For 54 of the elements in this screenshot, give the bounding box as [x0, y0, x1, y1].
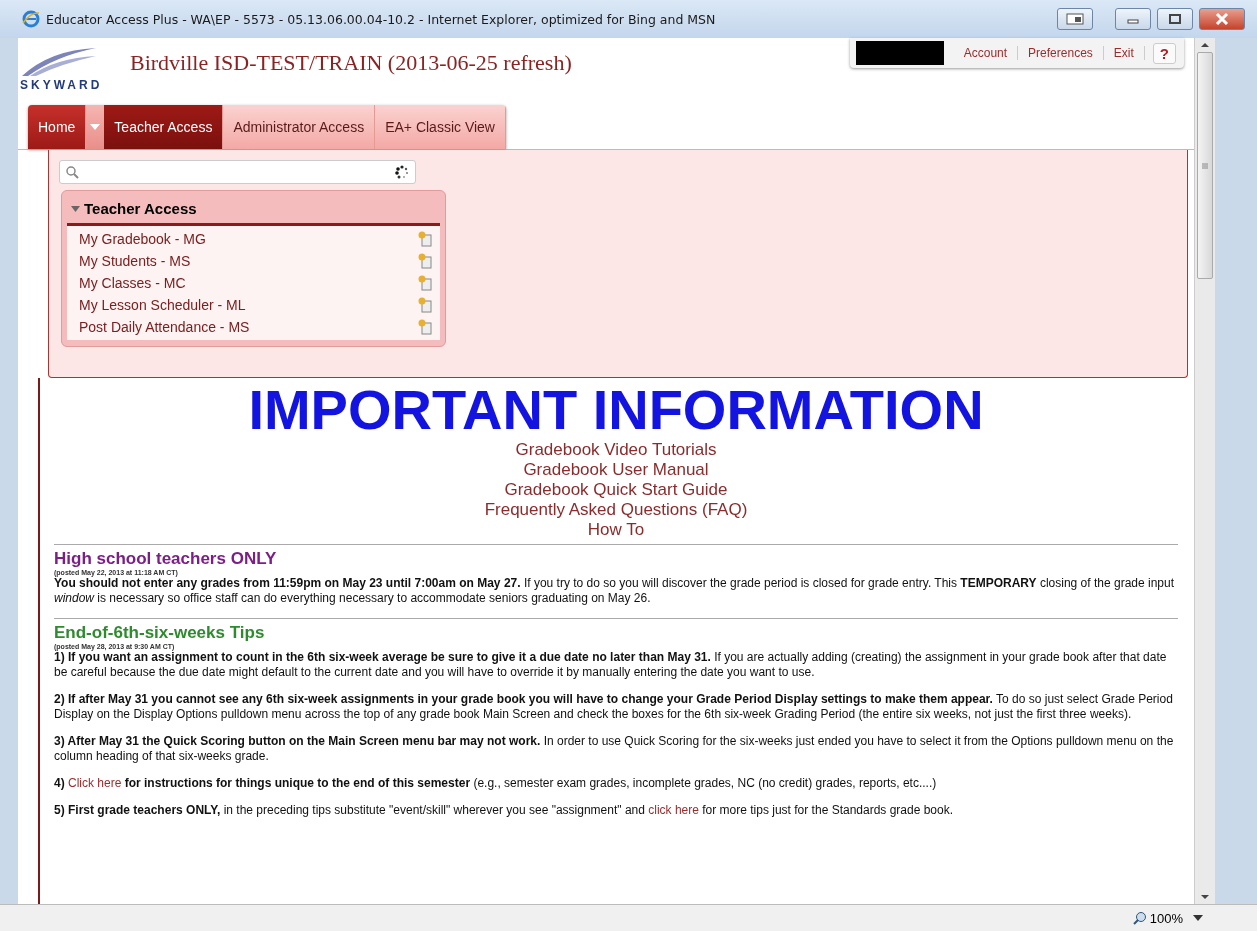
nav-tab[interactable]: Administrator Access — [223, 105, 376, 149]
spinner-icon — [395, 165, 409, 179]
document-icon[interactable] — [418, 275, 432, 291]
document-icon[interactable] — [418, 297, 432, 313]
close-button[interactable] — [1199, 8, 1245, 30]
section-title: End-of-6th-six-weeks Tips — [54, 623, 266, 643]
toolbar-link[interactable]: Preferences — [1018, 46, 1104, 60]
important-heading: IMPORTANT INFORMATION — [247, 380, 985, 440]
maximize-button[interactable] — [1157, 8, 1193, 30]
tip-paragraph: 1) If you want an assignment to count in the 6th six-week average be sure to give it a due date no later than May 31. If you are actually adding (creating) the assignment in your grade book after that date be careful because the due date might default to the current date and you will have to override it by manually entering the date you want to use. — [54, 650, 1168, 680]
collapse-triangle-icon — [71, 204, 80, 213]
tip-paragraph: You should not enter any grades from 11:59pm on May 23 until 7:00am on May 27. If you try to do so you will discover the grade period is closed for grade entry. This TEMPORARY closing of the grade input window is necessary so office staff can do everything necessary to accommodate seniors graduating on May 26. — [54, 576, 1175, 606]
maximize-icon — [1169, 14, 1181, 24]
browser-icon — [22, 10, 40, 28]
document-icon[interactable] — [418, 231, 432, 247]
toolbar-link[interactable]: Exit — [1103, 46, 1145, 60]
logo-text: SKYWARD — [20, 78, 104, 92]
menu-item[interactable]: My Gradebook - MG — [79, 231, 206, 247]
tip-paragraph: 2) If after May 31 you cannot see any 6th six-week assignments in your grade book you will have to change your Grade Period Display settings to make them appear. To do so just select Grade Period Display on the Display Options pulldown menu across the top of any grade book Main Screen and check the boxes for the 6th six-week Grading Period (the entire six weeks, not just the first three weeks). — [54, 692, 1174, 722]
resource-link[interactable]: Gradebook Video Tutorials — [515, 440, 717, 460]
compatibility-view-button[interactable] — [1057, 8, 1093, 30]
resource-link[interactable]: Gradebook Quick Start Guide — [504, 480, 728, 500]
tip-paragraph: 3) After May 31 the Quick Scoring button on the Main Screen menu bar may not work. In order to use Quick Scoring for the six-weeks just ended you have to select it from the Options pulldown menu on the column heading of that six-weeks grade. — [54, 734, 1175, 764]
document-icon[interactable] — [418, 253, 432, 269]
nav-tab[interactable]: EA+ Classic View — [375, 105, 506, 149]
caret-icon[interactable] — [1193, 915, 1203, 921]
link[interactable]: Click here — [68, 776, 122, 790]
menu-item[interactable]: Post Daily Attendance - MS — [79, 319, 250, 335]
menu-item[interactable]: My Students - MS — [79, 253, 191, 269]
compatibility-view-icon — [1066, 13, 1084, 25]
link[interactable]: click here — [648, 803, 699, 817]
tip-paragraph: 5) First grade teachers ONLY, in the preceding tips substitute "event/skill" wherever you see "assignment" and click here for more tips just for the Standards grade book. — [54, 803, 955, 818]
search-field[interactable] — [59, 160, 416, 184]
menu-item[interactable]: My Classes - MC — [79, 275, 186, 291]
resource-link[interactable]: Frequently Asked Questions (FAQ) — [484, 500, 748, 520]
window-title: Educator Access Plus - WA\EP - 5573 - 05.13.06.00.04-10.2 - Internet Explorer, optimized for Bing and MSN — [46, 11, 717, 27]
minimize-button[interactable] — [1115, 8, 1151, 30]
document-icon[interactable] — [418, 319, 432, 335]
home-tab[interactable]: Home — [28, 105, 87, 149]
zoom-control[interactable]: 100% — [1132, 910, 1183, 926]
section-title: High school teachers ONLY — [54, 549, 278, 569]
site-title: Birdville ISD-TEST/TRAIN (2013-06-25 refresh) — [130, 50, 573, 76]
help-button[interactable]: ? — [1152, 42, 1176, 64]
search-icon — [66, 165, 79, 179]
resource-link[interactable]: How To — [587, 520, 645, 540]
resource-link[interactable]: Gradebook User Manual — [523, 460, 709, 480]
menu-item[interactable]: My Lesson Scheduler - ML — [79, 297, 246, 313]
toolbar-link[interactable]: Account — [953, 46, 1019, 60]
scroll-bar[interactable] — [1194, 38, 1215, 904]
tip-paragraph: 4) Click here for instructions for things unique to the end of this semester (e.g., semester exam grades, incomplete grades, NC (no credit) grades, reports, etc....) — [54, 776, 938, 791]
close-icon — [1215, 13, 1229, 25]
caret-icon[interactable] — [86, 105, 105, 149]
nav-tab[interactable]: Teacher Access — [104, 105, 224, 149]
zoom-icon — [1132, 911, 1147, 925]
